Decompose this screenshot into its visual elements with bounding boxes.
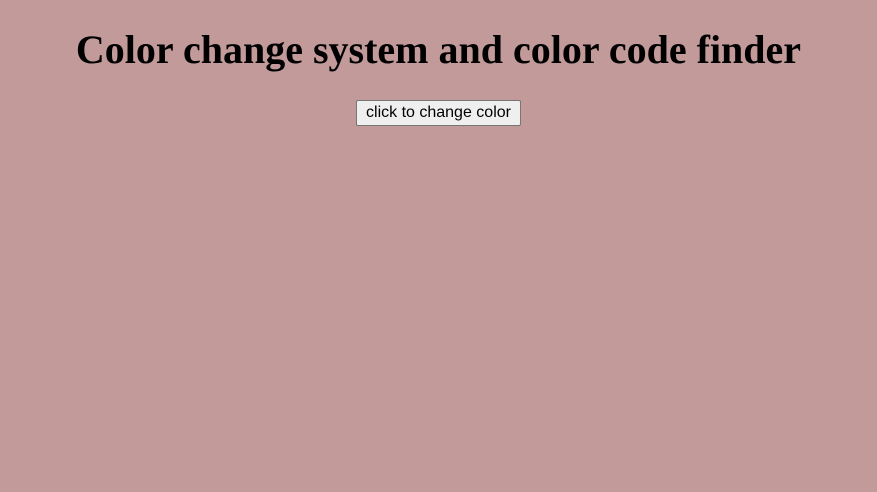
button-container: click to change color (0, 100, 877, 126)
page-root: Color change system and color code finde… (0, 0, 877, 492)
change-color-button[interactable]: click to change color (356, 100, 521, 126)
page-title: Color change system and color code finde… (75, 27, 802, 72)
